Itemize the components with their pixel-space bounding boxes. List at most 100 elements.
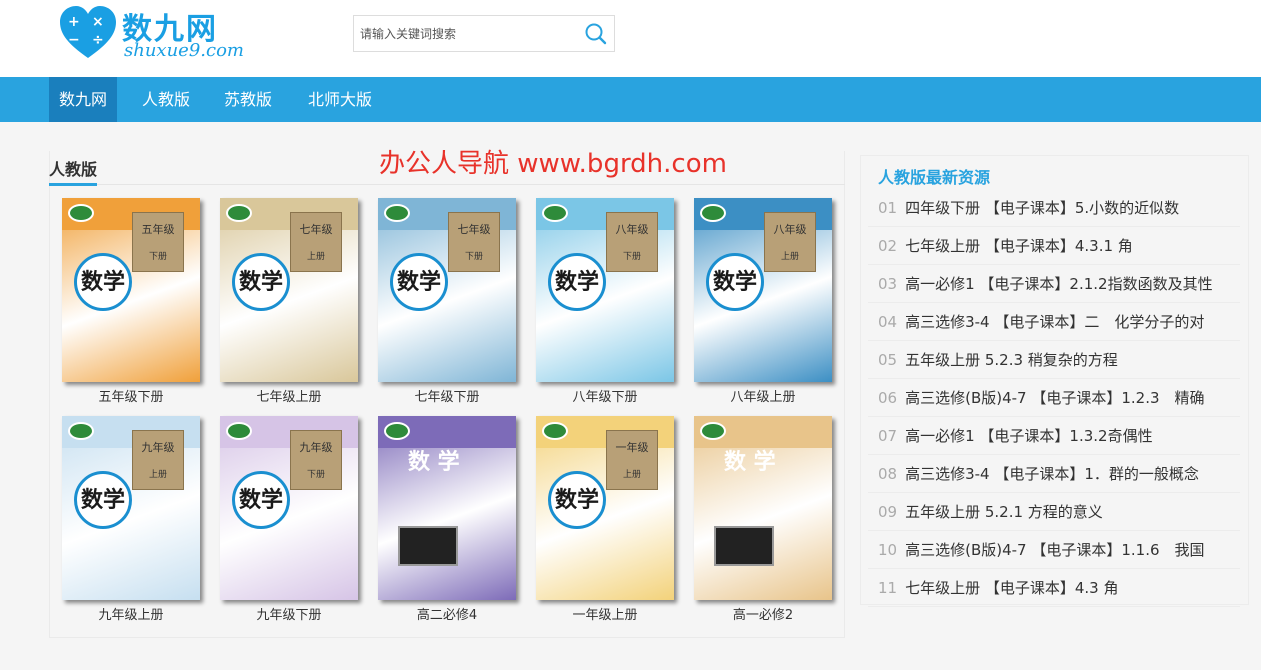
book-card[interactable]: 七年级 下册 数学 七年级下册 [378, 198, 516, 406]
resource-link[interactable]: 七年级上册 【电子课本】4.3 角 [905, 579, 1118, 597]
cover-grade: 五年级 [141, 223, 175, 236]
publisher-badge-icon [68, 204, 94, 222]
cover-grade: 八年级 [773, 223, 807, 236]
book-cover[interactable]: 九年级 上册 数学 [62, 416, 200, 600]
book-cover[interactable]: 一年级 上册 数学 [536, 416, 674, 600]
cover-grade-box: 五年级 下册 [132, 212, 184, 272]
nav-item-beishida[interactable]: 北师大版 [296, 77, 384, 122]
book-label[interactable]: 八年级上册 [694, 386, 832, 405]
search-box [353, 15, 615, 52]
heart-logo-icon: + × − ÷ [60, 6, 116, 58]
publisher-badge-icon [700, 422, 726, 440]
book-label[interactable]: 高一必修2 [694, 604, 832, 623]
svg-text:−: − [68, 32, 80, 48]
resource-item[interactable]: 04 高三选修3-4 【电子课本】二 化学分子的对 [868, 303, 1240, 341]
cover-grade-box: 九年级 上册 [132, 430, 184, 490]
resource-item[interactable]: 01 四年级下册 【电子课本】5.小数的近似数 [868, 189, 1240, 227]
resource-item[interactable]: 03 高一必修1 【电子课本】2.1.2指数函数及其性 [868, 265, 1240, 303]
book-cover[interactable]: 五年级 下册 数学 [62, 198, 200, 382]
site-header: + × − ÷ 数九网 shuxue9.com [0, 0, 1261, 77]
resource-index: 01 [878, 199, 898, 217]
cover-term: 下册 [306, 470, 325, 480]
resource-link[interactable]: 五年级上册 5.2.3 稍复杂的方程 [905, 351, 1118, 369]
book-cover[interactable]: 七年级 下册 数学 [378, 198, 516, 382]
nav-item-sujiao[interactable]: 苏教版 [212, 77, 284, 122]
publisher-badge-icon [226, 204, 252, 222]
cover-grade: 九年级 [299, 441, 333, 454]
resource-link[interactable]: 高一必修1 【电子课本】2.1.2指数函数及其性 [905, 275, 1212, 293]
section-divider [97, 184, 845, 185]
cover-title: 数学 [706, 253, 764, 311]
resource-item[interactable]: 10 高三选修(B版)4-7 【电子课本】1.1.6 我国 [868, 531, 1240, 569]
book-label[interactable]: 七年级下册 [378, 386, 516, 405]
book-label[interactable]: 五年级下册 [62, 386, 200, 405]
svg-text:×: × [92, 14, 104, 30]
book-card[interactable]: 九年级 上册 数学 九年级上册 [62, 416, 200, 624]
resource-item[interactable]: 02 七年级上册 【电子课本】4.3.1 角 [868, 227, 1240, 265]
cover-term: 上册 [306, 252, 325, 262]
resource-link[interactable]: 高三选修3-4 【电子课本】1．群的一般概念 [905, 465, 1199, 483]
book-label[interactable]: 一年级上册 [536, 604, 674, 623]
resource-item[interactable]: 06 高三选修(B版)4-7 【电子课本】1.2.3 精确 [868, 379, 1240, 417]
book-card[interactable]: 七年级 上册 数学七年级上册 [220, 198, 358, 406]
cover-title: 数学 [390, 253, 448, 311]
resource-link[interactable]: 高一必修1 【电子课本】1.3.2奇偶性 [905, 427, 1152, 445]
resource-item[interactable]: 08 高三选修3-4 【电子课本】1．群的一般概念 [868, 455, 1240, 493]
book-cover[interactable]: 八年级上册 数学 [694, 198, 832, 382]
resource-index: 06 [878, 389, 898, 407]
cover-title: 数学 [74, 471, 132, 529]
publisher-badge-icon [226, 422, 252, 440]
book-card[interactable]: 数 学高二必修4 [378, 416, 516, 624]
resource-link[interactable]: 七年级上册 【电子课本】4.3.1 角 [905, 237, 1133, 255]
search-icon[interactable] [584, 22, 608, 46]
cover-grade: 九年级 [141, 441, 175, 454]
cover-title: 数学 [232, 471, 290, 529]
cover-title: 数学 [548, 253, 606, 311]
laptop-illustration [398, 526, 458, 566]
publisher-badge-icon [700, 204, 726, 222]
resource-link[interactable]: 四年级下册 【电子课本】5.小数的近似数 [905, 199, 1179, 217]
cover-title: 数 学 [408, 449, 460, 475]
book-card[interactable]: 八年级 下册 数学八年级下册 [536, 198, 674, 406]
cover-term: 下册 [148, 252, 167, 262]
book-card[interactable]: 九年级 下册 数学 九年级下册 [220, 416, 358, 624]
resource-link[interactable]: 五年级上册 5.2.1 方程的意义 [905, 503, 1103, 521]
book-card[interactable]: 数 学高一必修2 [694, 416, 832, 624]
cover-term: 下册 [464, 252, 483, 262]
book-cover[interactable]: 九年级下册 数学 [220, 416, 358, 600]
nav-item-renjiao[interactable]: 人教版 [130, 77, 202, 122]
cover-grade: 一年级 [615, 441, 649, 454]
search-input[interactable] [354, 16, 574, 51]
book-label[interactable]: 八年级下册 [536, 386, 674, 405]
cover-title: 数 学 [724, 449, 776, 475]
main-nav: 数九网 人教版 苏教版 北师大版 [0, 77, 1261, 122]
resource-item[interactable]: 09 五年级上册 5.2.1 方程的意义 [868, 493, 1240, 531]
cover-title: 数学 [74, 253, 132, 311]
book-card[interactable]: 五年级 下册 数学 五年级下册 [62, 198, 200, 406]
cover-term: 上册 [780, 252, 799, 262]
resource-item[interactable]: 05 五年级上册 5.2.3 稍复杂的方程 [868, 341, 1240, 379]
resource-index: 07 [878, 427, 898, 445]
book-cover[interactable]: 数 学 [378, 416, 516, 600]
section-title: 人教版 [49, 160, 98, 179]
book-label[interactable]: 九年级下册 [220, 604, 358, 623]
book-label[interactable]: 九年级上册 [62, 604, 200, 623]
book-cover[interactable]: 数 学 [694, 416, 832, 600]
svg-text:÷: ÷ [92, 32, 104, 48]
resource-link[interactable]: 高三选修3-4 【电子课本】二 化学分子的对 [905, 313, 1204, 331]
publisher-badge-icon [542, 422, 568, 440]
book-label[interactable]: 七年级上册 [220, 386, 358, 405]
resource-index: 02 [878, 237, 898, 255]
resource-link[interactable]: 高三选修(B版)4-7 【电子课本】1.2.3 精确 [905, 389, 1204, 407]
book-card[interactable]: 一年级 上册 数学一年级上册 [536, 416, 674, 624]
book-cover[interactable]: 七年级 上册 数学 [220, 198, 358, 382]
latest-resources-list: 01 四年级下册 【电子课本】5.小数的近似数 02 七年级上册 【电子课本】4.3.… [868, 189, 1240, 607]
resource-item[interactable]: 07 高一必修1 【电子课本】1.3.2奇偶性 [868, 417, 1240, 455]
book-cover[interactable]: 八年级 下册 数学 [536, 198, 674, 382]
resource-item[interactable]: 11 七年级上册 【电子课本】4.3 角 [868, 569, 1240, 607]
resource-link[interactable]: 高三选修(B版)4-7 【电子课本】1.1.6 我国 [905, 541, 1204, 559]
book-card[interactable]: 八年级 上册 数学 八年级上册 [694, 198, 832, 406]
nav-item-home[interactable]: 数九网 [49, 77, 117, 122]
book-label[interactable]: 高二必修4 [378, 604, 516, 623]
site-logo[interactable]: + × − ÷ 数九网 shuxue9.com [58, 4, 248, 64]
